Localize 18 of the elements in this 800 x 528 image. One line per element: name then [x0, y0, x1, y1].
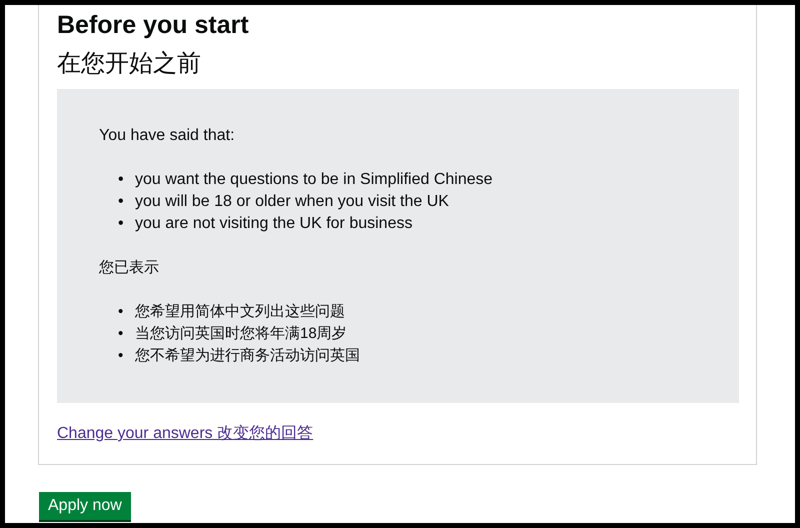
summary-item: you want the questions to be in Simplified Chinese	[135, 170, 493, 190]
list-bullet: •	[118, 346, 124, 366]
summary-item: you are not visiting the UK for business	[135, 214, 412, 234]
page-heading: Before you start	[57, 10, 250, 41]
list-bullet: •	[118, 192, 125, 212]
list-bullet: •	[118, 324, 124, 344]
list-bullet: •	[118, 214, 125, 234]
summary-item-translation: 当您访问英国时您将年满18周岁	[135, 324, 347, 344]
apply-button[interactable]: Apply now	[39, 492, 131, 520]
change-answers-link[interactable]: Change your answers 改变您的回答	[57, 423, 314, 444]
summary-intro: You have said that:	[99, 126, 236, 146]
summary-item: you will be 18 or older when you visit the UK	[135, 192, 449, 212]
summary-intro-translation: 您已表示	[99, 258, 160, 278]
summary-item-translation: 您希望用简体中文列出这些问题	[135, 302, 345, 322]
list-bullet: •	[118, 170, 125, 190]
page-heading-translation: 在您开始之前	[57, 48, 202, 79]
summary-item-translation: 您不希望为进行商务活动访问英国	[135, 346, 360, 366]
list-bullet: •	[118, 302, 124, 322]
